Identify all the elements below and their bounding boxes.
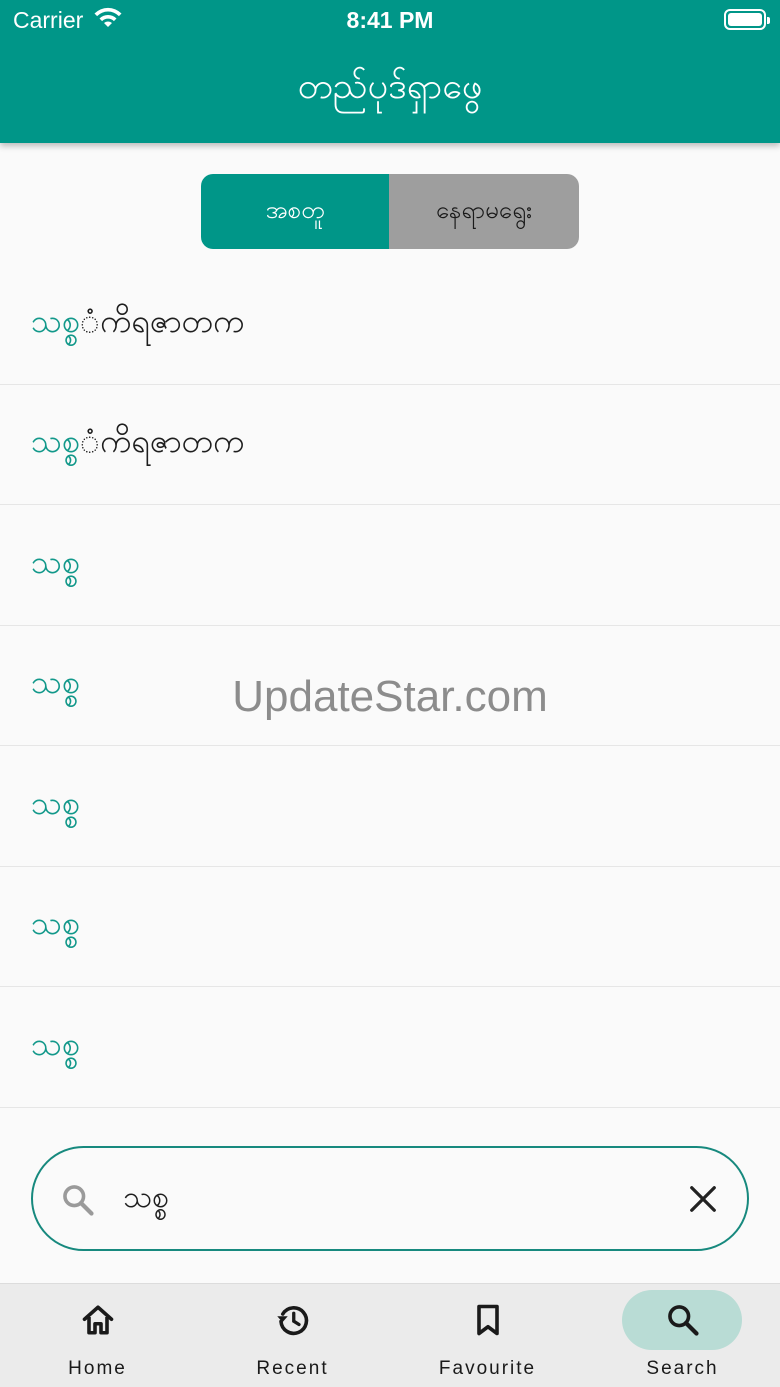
list-item[interactable]: သစ္စ [0, 626, 780, 746]
segment-anywhere[interactable]: နေရာမရွေး [389, 174, 579, 249]
search-bar [31, 1146, 749, 1251]
list-item[interactable]: သစ္စ [0, 746, 780, 867]
close-icon[interactable] [688, 1184, 718, 1214]
nav-label-recent: Recent [256, 1358, 329, 1379]
nav-label-favourite: Favourite [438, 1358, 537, 1379]
battery-icon [724, 9, 770, 30]
list-item-match: သစ္စ [31, 783, 80, 822]
nav-label-search: Search [646, 1358, 719, 1379]
results-list: သစ္စံကိရဇာတက သစ္စံကိရဇာတက သစ္စ သစ္စ သစ္စ… [0, 264, 780, 1108]
status-time: 8:41 PM [346, 7, 434, 33]
bottom-navigation: Home Recent Favourite Search [0, 1283, 780, 1387]
list-item[interactable]: သစ္စံကိရဇာတက [0, 264, 780, 385]
nav-item-recent[interactable]: Recent [195, 1284, 390, 1387]
list-item-match: သစ္စ [31, 904, 80, 943]
list-item-match: သစ္စ [31, 301, 80, 340]
status-bar: Carrier 8:41 PM [0, 0, 780, 40]
home-icon [82, 1305, 114, 1335]
search-icon [63, 1185, 94, 1216]
history-icon [277, 1306, 309, 1336]
search-mode-segmented-control: အစတူ နေရာမရွေး [201, 174, 579, 249]
nav-label-home: Home [68, 1358, 127, 1379]
list-item-match: သစ္စ [31, 1024, 80, 1063]
nav-item-favourite[interactable]: Favourite [390, 1284, 585, 1387]
list-item-match: သစ္စ [31, 663, 80, 702]
page-title: တည်ပုဒ်ရှာဖွေ [297, 66, 483, 107]
list-item-match: သစ္စ [31, 542, 80, 581]
list-item[interactable]: သစ္စ [0, 505, 780, 626]
segment-starts-with[interactable]: အစတူ [201, 174, 389, 249]
app-bar: Carrier 8:41 PM တည်ပုဒ်ရှာဖွေ [0, 0, 780, 143]
list-item-match: သစ္စ [31, 422, 80, 461]
search-input[interactable] [123, 1170, 653, 1228]
list-item[interactable]: သစ္စ [0, 987, 780, 1108]
nav-item-search[interactable]: Search [585, 1284, 780, 1387]
search-icon [668, 1305, 699, 1336]
list-item-rest: ံကိရဇာတက [79, 422, 245, 461]
nav-item-home[interactable]: Home [0, 1284, 195, 1387]
list-item-rest: ံကိရဇာတက [79, 301, 245, 340]
list-item[interactable]: သစ္စ [0, 867, 780, 987]
list-item[interactable]: သစ္စံကိရဇာတက [0, 385, 780, 505]
bookmark-icon [477, 1304, 499, 1336]
